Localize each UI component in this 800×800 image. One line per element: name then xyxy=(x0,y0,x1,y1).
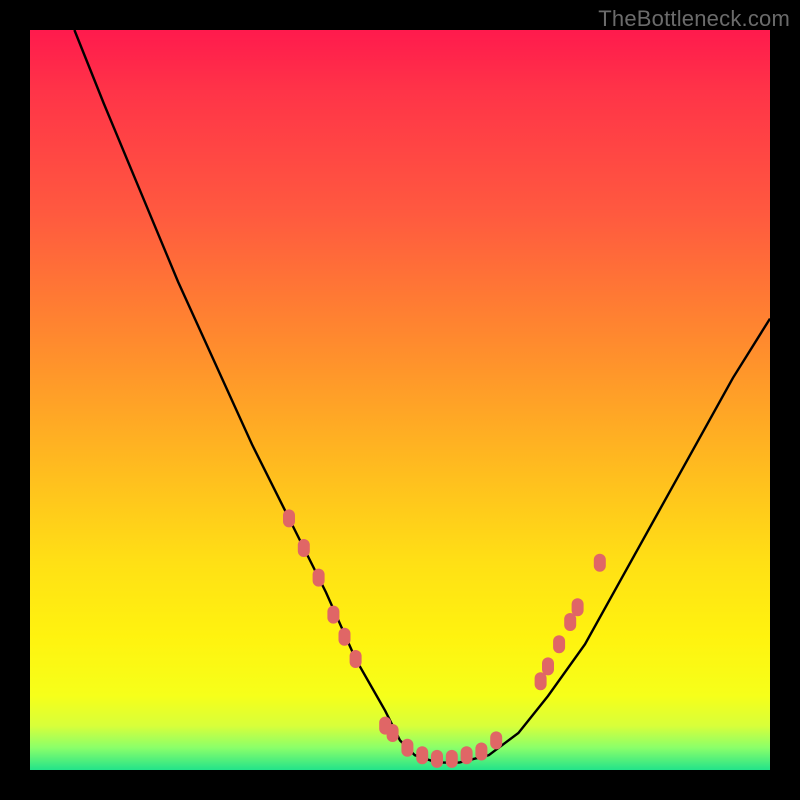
value-marker xyxy=(387,724,399,742)
watermark-text: TheBottleneck.com xyxy=(598,6,790,32)
value-marker xyxy=(542,657,554,675)
value-marker xyxy=(553,635,565,653)
value-marker xyxy=(475,743,487,761)
value-marker xyxy=(283,509,295,527)
chart-frame: TheBottleneck.com xyxy=(0,0,800,800)
value-marker xyxy=(416,746,428,764)
value-marker xyxy=(446,750,458,768)
plot-area xyxy=(30,30,770,770)
value-marker xyxy=(298,539,310,557)
value-marker xyxy=(313,569,325,587)
value-marker xyxy=(431,750,443,768)
value-marker xyxy=(490,731,502,749)
value-markers xyxy=(283,509,606,768)
curve-svg xyxy=(30,30,770,770)
value-marker xyxy=(339,628,351,646)
value-marker xyxy=(535,672,547,690)
value-marker xyxy=(564,613,576,631)
value-marker xyxy=(327,606,339,624)
value-marker xyxy=(594,554,606,572)
bottleneck-curve xyxy=(74,30,770,763)
value-marker xyxy=(350,650,362,668)
value-marker xyxy=(461,746,473,764)
value-marker xyxy=(401,739,413,757)
value-marker xyxy=(572,598,584,616)
